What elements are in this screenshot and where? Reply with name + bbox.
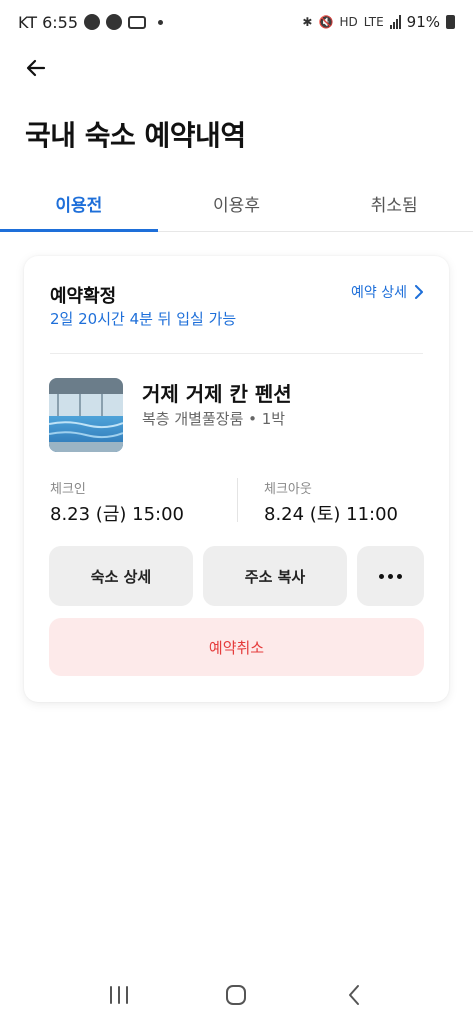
- pool-photo: [49, 378, 123, 452]
- back-button[interactable]: [18, 50, 54, 86]
- reservation-status: 예약확정: [50, 286, 117, 307]
- system-back-button[interactable]: [334, 975, 374, 1015]
- cassette-icon: [128, 15, 147, 29]
- system-navigation-bar: [0, 966, 473, 1024]
- recent-apps-icon: [109, 986, 128, 1004]
- status-right: ✱ 🔇 HD LTE 91%: [302, 13, 455, 31]
- tab-bar: 이용전 이용후 취소됨: [0, 176, 473, 232]
- tab-cancelled[interactable]: 취소됨: [315, 176, 473, 231]
- reservation-detail-link[interactable]: 예약 상세: [351, 282, 425, 302]
- property-name[interactable]: 거제 거제 칸 펜션: [142, 378, 292, 407]
- cancel-reservation-button[interactable]: 예약취소: [49, 618, 424, 676]
- chevron-left-icon: [349, 985, 360, 1005]
- property-detail-button[interactable]: 숙소 상세: [49, 546, 193, 606]
- status-bar: KT 6:55 ✱ 🔇 HD LTE 91%: [0, 0, 473, 44]
- home-icon: [226, 985, 247, 1005]
- tab-upcoming[interactable]: 이용전: [0, 176, 158, 232]
- copy-address-button[interactable]: 주소 복사: [203, 546, 347, 606]
- page-title: 국내 숙소 예약내역: [25, 119, 246, 152]
- c-app-icon: [106, 14, 123, 30]
- room-info: 복층 개별풀장룸 • 1박: [142, 410, 286, 428]
- more-options-button[interactable]: [357, 546, 424, 606]
- more-horizontal-icon: [379, 573, 402, 579]
- tab-completed[interactable]: 이용후: [158, 176, 316, 231]
- bluetooth-icon: ✱: [302, 15, 313, 29]
- mute-icon: 🔇: [318, 15, 334, 29]
- status-left: KT 6:55: [18, 12, 164, 32]
- arrow-left-icon: [26, 59, 46, 77]
- reservation-card: 예약확정 예약 상세 2일 20시간 4분 뒤 입실 가능 거제 거제 칸 펜션…: [24, 256, 449, 702]
- notification-icon: [84, 14, 101, 30]
- carrier-time: KT 6:55: [18, 12, 79, 32]
- battery-percent: 91%: [406, 13, 440, 31]
- signal-icon: [389, 15, 401, 29]
- recent-apps-button[interactable]: [99, 975, 139, 1015]
- battery-icon: [446, 15, 455, 29]
- reservation-detail-label: 예약 상세: [351, 285, 407, 301]
- home-button[interactable]: [216, 975, 256, 1015]
- checkin-checkout-divider: [237, 478, 238, 522]
- checkin-countdown: 2일 20시간 4분 뒤 입실 가능: [50, 310, 237, 328]
- card-divider: [50, 353, 423, 354]
- network-type: LTE: [363, 15, 384, 29]
- more-notifications-icon: [158, 19, 164, 25]
- property-thumbnail[interactable]: [49, 378, 123, 452]
- hd-icon: HD: [339, 15, 358, 29]
- checkin-value: 8.23 (금) 15:00: [50, 504, 184, 525]
- checkout-label: 체크아웃: [264, 482, 312, 497]
- chevron-right-icon: [415, 285, 423, 299]
- checkin-label: 체크인: [50, 482, 86, 497]
- checkout-value: 8.24 (토) 11:00: [264, 504, 398, 525]
